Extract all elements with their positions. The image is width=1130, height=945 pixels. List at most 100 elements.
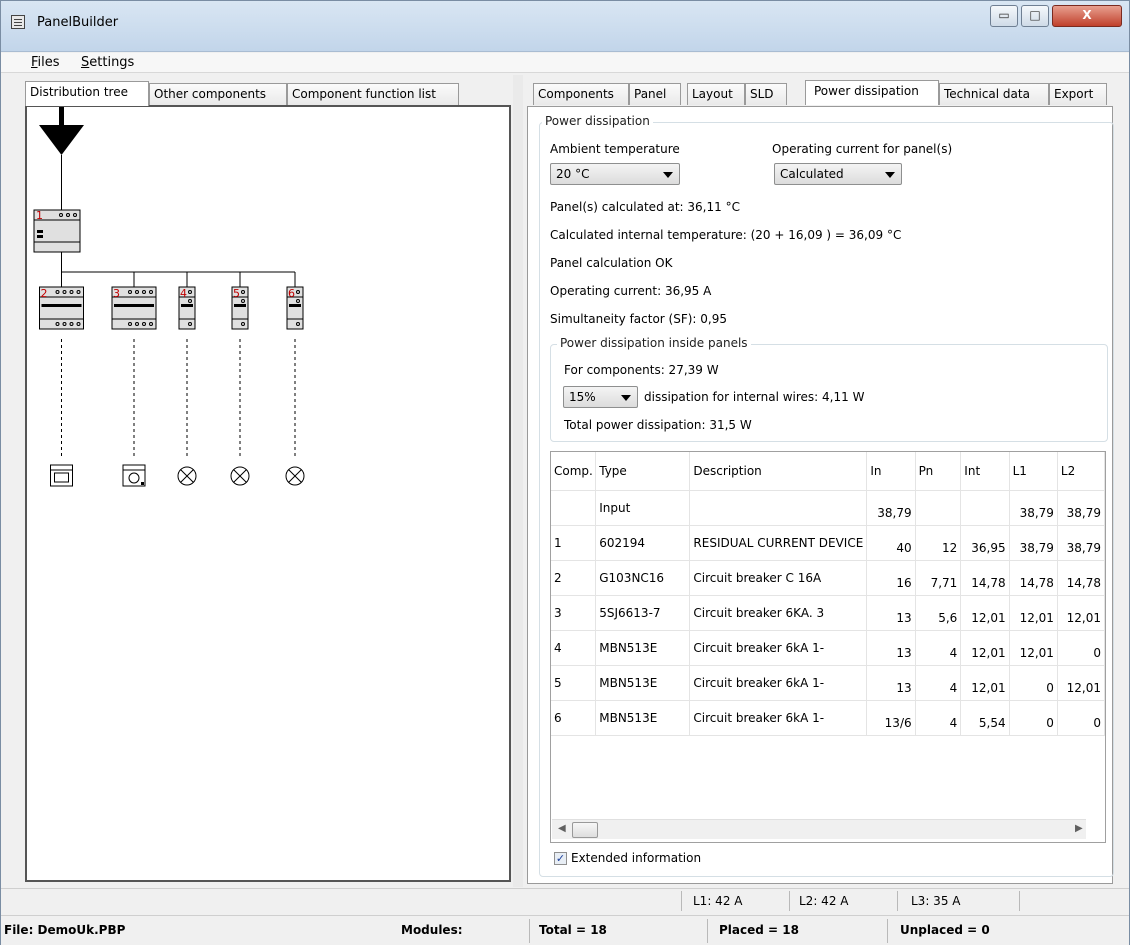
dissipation-table-body: Comp. Type Description In Pn Int L1 L2 Input 38,… (551, 452, 1105, 736)
table-cell: 12,01 (960, 630, 1010, 666)
washer-icon[interactable] (122, 464, 146, 487)
branch-device-6[interactable]: 6 (286, 272, 304, 330)
branch-device-3[interactable]: 3 (111, 272, 157, 330)
simultaneity-factor-text: Simultaneity factor (SF): 0,95 (550, 312, 728, 326)
window-title: PanelBuilder (37, 15, 119, 30)
menu-files[interactable]: Files (31, 55, 60, 70)
tab-layout[interactable]: Layout (687, 83, 745, 105)
branch-device-number: 3 (113, 287, 120, 300)
table-cell: 14,78 (960, 560, 1010, 596)
table-cell: 602194 (595, 525, 691, 561)
table-cell: 5 (551, 665, 597, 701)
close-button[interactable]: X (1052, 5, 1122, 27)
table-cell: 2 (551, 560, 597, 596)
column-header[interactable]: Pn (915, 452, 962, 491)
dissipation-table[interactable]: Comp. Type Description In Pn Int L1 L2 Input 38,… (550, 451, 1106, 843)
table-cell: 38,79 (1009, 490, 1058, 526)
table-cell: 12,01 (960, 665, 1010, 701)
wire-percentage-dropdown[interactable]: 15% (563, 386, 638, 408)
branch-device-2[interactable]: 2 (39, 272, 84, 330)
modules-placed: Placed = 18 (719, 923, 799, 937)
modules-label: Modules: (401, 923, 463, 937)
app-window: PanelBuilder ▭ □ X Files Settings Distri… (0, 0, 1130, 945)
table-row[interactable]: Input 38,79 38,79 38,79 (551, 490, 1105, 526)
table-cell: 40 (866, 525, 916, 561)
branch-device-number: 6 (288, 287, 295, 300)
column-header[interactable]: L2 (1057, 452, 1105, 491)
branch-device-5[interactable]: 5 (231, 272, 249, 330)
horizontal-scrollbar[interactable]: ◀ ▶ (552, 819, 1086, 839)
branch-device-4[interactable]: 4 (178, 272, 196, 330)
oven-icon[interactable] (50, 464, 73, 487)
column-header[interactable]: Description (689, 452, 868, 491)
column-header[interactable]: In (866, 452, 916, 491)
ambient-temperature-dropdown[interactable]: 20 °C (550, 163, 680, 185)
scroll-right-icon[interactable]: ▶ (1075, 823, 1083, 834)
maximize-button[interactable]: □ (1021, 5, 1049, 27)
phase-status-bar: L1: 42 A L2: 42 A L3: 35 A (1, 888, 1129, 912)
table-cell (915, 490, 962, 526)
table-cell: 0 (1009, 665, 1058, 701)
modules-total: Total = 18 (539, 923, 607, 937)
table-cell: 12 (915, 525, 962, 561)
table-row[interactable]: 6 MBN513E Circuit breaker 6kA 1- 13/6 4 5,54 0… (551, 700, 1105, 736)
table-row[interactable]: 3 5SJ6613-7 Circuit breaker 6KA. 3 13 5,6 12,… (551, 595, 1105, 631)
column-header[interactable]: Comp. (551, 452, 597, 491)
supply-icon (39, 107, 84, 155)
phase-l1-current: L1: 42 A (693, 894, 743, 908)
tab-technical-data[interactable]: Technical data (939, 83, 1049, 105)
table-cell: 13 (866, 595, 916, 631)
menu-settings[interactable]: Settings (81, 55, 134, 70)
table-row[interactable]: 2 G103NC16 Circuit breaker C 16A 16 7,71 14,7… (551, 560, 1105, 596)
lamp-icon[interactable] (230, 466, 250, 486)
scrollbar-thumb[interactable] (572, 822, 598, 838)
table-cell: Input (595, 490, 691, 526)
menu-bar: Files Settings (1, 53, 1129, 73)
title-bar: PanelBuilder ▭ □ X (1, 1, 1129, 52)
table-cell: 14,78 (1009, 560, 1058, 596)
table-row[interactable]: 5 MBN513E Circuit breaker 6kA 1- 13 4 12,01 0 1… (551, 665, 1105, 701)
table-cell: MBN513E (595, 630, 691, 666)
tab-distribution-tree[interactable]: Distribution tree (25, 81, 149, 106)
table-cell: G103NC16 (595, 560, 691, 596)
wire-percentage-value: 15% (569, 390, 596, 404)
tab-power-dissipation[interactable]: Power dissipation (805, 80, 939, 105)
lamp-icon[interactable] (177, 466, 197, 486)
tab-sld[interactable]: SLD (745, 83, 787, 105)
phase-l3-current: L3: 35 A (911, 894, 961, 908)
table-cell: 38,79 (1009, 525, 1058, 561)
scroll-left-icon[interactable]: ◀ (558, 823, 566, 834)
extended-information-checkbox[interactable]: ✓ (554, 852, 567, 865)
table-row[interactable]: 1 602194 RESIDUAL CURRENT DEVICE 40 12 36,95 3… (551, 525, 1105, 561)
tab-export[interactable]: Export (1049, 83, 1107, 105)
components-dissipation-text: For components: 27,39 W (564, 363, 719, 377)
calculated-at-text: Panel(s) calculated at: 36,11 °C (550, 200, 740, 214)
panel-splitter[interactable] (513, 75, 523, 887)
column-header[interactable]: Int (960, 452, 1010, 491)
operating-current-dropdown[interactable]: Calculated (774, 163, 902, 185)
tab-components[interactable]: Components (533, 83, 629, 105)
lamp-icon[interactable] (285, 466, 305, 486)
tab-other-components[interactable]: Other components (149, 83, 287, 105)
table-row[interactable]: 4 MBN513E Circuit breaker 6kA 1- 13 4 12,01 12… (551, 630, 1105, 666)
table-cell: 1 (551, 525, 597, 561)
tab-component-function-list[interactable]: Component function list (287, 83, 459, 105)
ambient-temperature-value: 20 °C (556, 167, 590, 181)
table-cell: 0 (1057, 630, 1105, 666)
phase-l2-current: L2: 42 A (799, 894, 849, 908)
table-cell: 13 (866, 630, 916, 666)
app-icon (11, 15, 25, 29)
table-cell: 4 (915, 700, 962, 736)
tab-panel[interactable]: Panel (629, 83, 681, 105)
column-header[interactable]: L1 (1009, 452, 1058, 491)
menu-settings-label: ettings (89, 55, 135, 70)
table-cell: 12,01 (1009, 595, 1058, 631)
table-cell: RESIDUAL CURRENT DEVICE (689, 525, 868, 561)
column-header[interactable]: Type (595, 452, 691, 491)
table-cell: 5,6 (915, 595, 962, 631)
minimize-button[interactable]: ▭ (990, 5, 1018, 27)
table-cell: 3 (551, 595, 597, 631)
table-cell: 7,71 (915, 560, 962, 596)
main-device-1[interactable]: 1 (33, 209, 81, 253)
table-cell: 4 (551, 630, 597, 666)
